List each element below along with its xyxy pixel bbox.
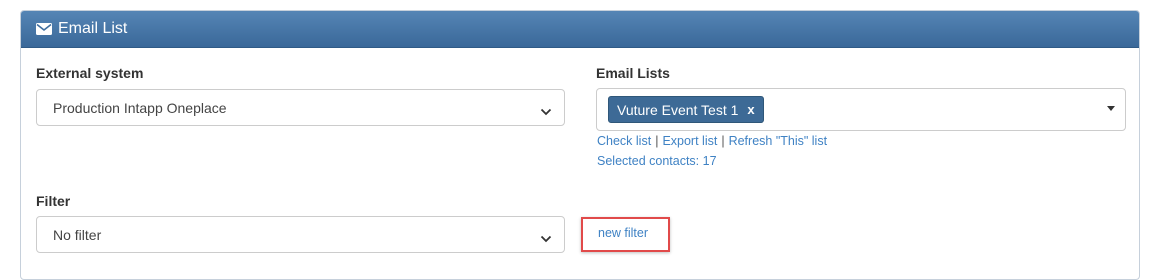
- email-list-actions: Check list | Export list | Refresh "This" li…: [597, 131, 827, 171]
- email-lists-multiselect[interactable]: Vuture Event Test 1 x: [596, 88, 1126, 131]
- chevron-down-icon: [540, 230, 552, 243]
- link-separator: |: [721, 134, 725, 148]
- panel-header: Email List: [21, 11, 1139, 48]
- external-system-select[interactable]: Production Intapp Oneplace: [36, 89, 565, 126]
- external-system-value: Production Intapp Oneplace: [53, 99, 227, 116]
- new-filter-link[interactable]: new filter: [598, 226, 648, 240]
- link-separator: |: [655, 134, 659, 148]
- selected-contacts-count: Selected contacts: 17: [597, 154, 717, 168]
- check-list-link[interactable]: Check list: [597, 134, 651, 148]
- filter-value: No filter: [53, 226, 102, 243]
- chevron-down-icon: [540, 103, 552, 116]
- email-lists-label: Email Lists: [596, 65, 670, 81]
- email-list-tag-label: Vuture Event Test 1: [617, 101, 739, 118]
- dropdown-caret-icon[interactable]: [1107, 106, 1115, 111]
- envelope-icon: [36, 23, 52, 35]
- filter-label: Filter: [36, 193, 71, 209]
- export-list-link[interactable]: Export list: [662, 134, 717, 148]
- filter-select[interactable]: No filter: [36, 216, 565, 253]
- panel-title: Email List: [58, 20, 128, 37]
- remove-tag-icon[interactable]: x: [747, 102, 754, 117]
- refresh-list-link[interactable]: Refresh "This" list: [729, 134, 827, 148]
- new-filter-highlight: new filter: [581, 217, 670, 252]
- external-system-label: External system: [36, 65, 144, 81]
- email-list-tag: Vuture Event Test 1 x: [608, 96, 764, 123]
